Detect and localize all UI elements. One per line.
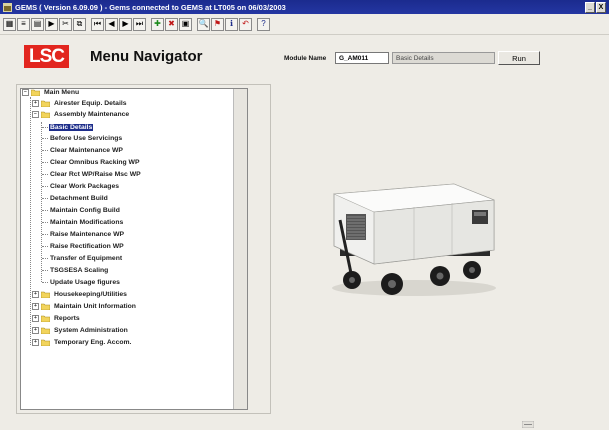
run-icon[interactable]: ▶ xyxy=(45,17,58,31)
expand-icon[interactable]: + xyxy=(32,327,39,334)
tree-item-detachment-build[interactable]: Detachment Build xyxy=(49,193,109,204)
run-button[interactable]: Run xyxy=(498,51,540,65)
tree-label: Clear Work Packages xyxy=(50,183,120,190)
tree-label: Clear Omnibus Racking WP xyxy=(50,159,140,166)
tree-label: Assembly Maintenance xyxy=(54,111,130,118)
tree-item-assembly-maintenance[interactable]: − Assembly Maintenance xyxy=(32,109,130,120)
tree-label: Transfer of Equipment xyxy=(50,255,123,262)
info-icon[interactable]: ℹ xyxy=(225,17,238,31)
delete-record-icon[interactable]: ✖ xyxy=(165,17,178,31)
folder-open-icon xyxy=(31,89,40,96)
tree-item-maintain-unit-information[interactable]: + Maintain Unit Information xyxy=(32,301,137,312)
tree-label: Maintain Unit Information xyxy=(54,303,136,310)
app-icon xyxy=(3,2,12,12)
equipment-image xyxy=(332,183,496,296)
tree-item-reports[interactable]: + Reports xyxy=(32,313,81,324)
collapse-icon[interactable]: − xyxy=(32,111,39,118)
tree-item-basic-details[interactable]: Basic Details xyxy=(49,122,94,133)
last-record-icon[interactable]: ⏭ xyxy=(133,17,146,31)
undo-icon[interactable]: ↶ xyxy=(239,17,252,31)
tree-label: Clear Rct WP/Raise Msc WP xyxy=(50,171,141,178)
folder-icon xyxy=(41,303,50,310)
page-title: Menu Navigator xyxy=(90,48,203,65)
tree-item-clear-rct-wp[interactable]: Clear Rct WP/Raise Msc WP xyxy=(49,169,142,180)
title-bar: GEMS ( Version 6.09.09 ) - Gems connecte… xyxy=(0,0,609,14)
tree-label: Maintain Config Build xyxy=(50,207,120,214)
search-icon[interactable]: 🔍 xyxy=(197,17,210,31)
list-icon[interactable]: ≡ xyxy=(17,17,30,31)
tree-item-raise-rectification-wp[interactable]: Raise Rectification WP xyxy=(49,241,125,252)
folder-icon xyxy=(41,315,50,322)
tree-item-before-use-servicings[interactable]: Before Use Servicings xyxy=(49,133,123,144)
module-name-field[interactable]: G_AM011 xyxy=(335,52,389,64)
tree-label: Clear Maintenance WP xyxy=(50,147,123,154)
module-description-field: Basic Details xyxy=(392,52,495,64)
tree-item-raise-maintenance-wp[interactable]: Raise Maintenance WP xyxy=(49,229,125,240)
expand-icon[interactable]: + xyxy=(32,303,39,310)
tree-scrollbar[interactable] xyxy=(233,89,247,409)
tree-item-housekeeping-utilities[interactable]: + Housekeeping/Utilities xyxy=(32,289,128,300)
tree-item-airester-equip[interactable]: + Airester Equip. Details xyxy=(32,98,128,109)
tree-label: Basic Details xyxy=(49,124,94,131)
tree-label: Housekeeping/Utilities xyxy=(54,291,127,298)
tree-item-tsgsesa-scaling[interactable]: TSGSESA Scaling xyxy=(49,265,109,276)
module-name-label: Module Name xyxy=(284,55,327,62)
folder-icon xyxy=(41,291,50,298)
tree-item-clear-omnibus-racking-wp[interactable]: Clear Omnibus Racking WP xyxy=(49,157,141,168)
window-title: GEMS ( Version 6.09.09 ) - Gems connecte… xyxy=(15,2,286,12)
folder-icon xyxy=(41,339,50,346)
tree-item-temporary-eng-accom[interactable]: + Temporary Eng. Accom. xyxy=(32,337,132,348)
tree-label: Raise Maintenance WP xyxy=(50,231,125,238)
tree-label: Update Usage figures xyxy=(50,279,120,286)
minimize-button[interactable]: _ xyxy=(585,2,595,13)
folder-icon xyxy=(41,100,50,107)
first-record-icon[interactable]: ⏮ xyxy=(91,17,104,31)
tree-label: Airester Equip. Details xyxy=(54,100,127,107)
tree-label: TSGSESA Scaling xyxy=(50,267,109,274)
help-icon[interactable]: ? xyxy=(257,17,270,31)
collapse-icon[interactable]: − xyxy=(22,89,29,96)
status-indicator-icon xyxy=(522,421,534,428)
toolbar: ▦ ≡ ▤ ▶ ✂ ⧉ ⏮ ◀ ▶ ⏭ ✚ ✖ ▣ 🔍 ⚑ ℹ ↶ ? xyxy=(0,14,609,35)
folder-icon xyxy=(41,327,50,334)
lsc-logo: LSC xyxy=(24,45,69,68)
tree-item-maintain-modifications[interactable]: Maintain Modifications xyxy=(49,217,124,228)
tree-label: System Administration xyxy=(54,327,128,334)
tree-item-system-administration[interactable]: + System Administration xyxy=(32,325,129,336)
cut-icon[interactable]: ✂ xyxy=(59,17,72,31)
expand-icon[interactable]: + xyxy=(32,339,39,346)
flag-icon[interactable]: ⚑ xyxy=(211,17,224,31)
tree-label: Detachment Build xyxy=(50,195,108,202)
add-record-icon[interactable]: ✚ xyxy=(151,17,164,31)
next-record-icon[interactable]: ▶ xyxy=(119,17,132,31)
tree-item-clear-maintenance-wp[interactable]: Clear Maintenance WP xyxy=(49,145,124,156)
tree-item-transfer-of-equipment[interactable]: Transfer of Equipment xyxy=(49,253,123,264)
expand-icon[interactable]: + xyxy=(32,315,39,322)
report-icon[interactable]: ▤ xyxy=(31,17,44,31)
tree-item-clear-work-packages[interactable]: Clear Work Packages xyxy=(49,181,120,192)
tree-label: Raise Rectification WP xyxy=(50,243,124,250)
copy-icon[interactable]: ⧉ xyxy=(73,17,86,31)
prev-record-icon[interactable]: ◀ xyxy=(105,17,118,31)
expand-icon[interactable]: + xyxy=(32,100,39,107)
tree-label: Reports xyxy=(54,315,80,322)
tree-item-update-usage-figures[interactable]: Update Usage figures xyxy=(49,277,121,288)
grid-icon[interactable]: ▦ xyxy=(3,17,16,31)
expand-icon[interactable]: + xyxy=(32,291,39,298)
tree-label: Temporary Eng. Accom. xyxy=(54,339,132,346)
tree-label: Before Use Servicings xyxy=(50,135,123,142)
tree-item-maintain-config-build[interactable]: Maintain Config Build xyxy=(49,205,121,216)
folder-open-icon xyxy=(41,111,50,118)
tree-label: Main Menu xyxy=(44,89,80,96)
tree-label: Maintain Modifications xyxy=(50,219,124,226)
tree-root-main-menu[interactable]: − Main Menu xyxy=(22,87,80,98)
save-icon[interactable]: ▣ xyxy=(179,17,192,31)
close-button[interactable]: X xyxy=(596,2,606,13)
